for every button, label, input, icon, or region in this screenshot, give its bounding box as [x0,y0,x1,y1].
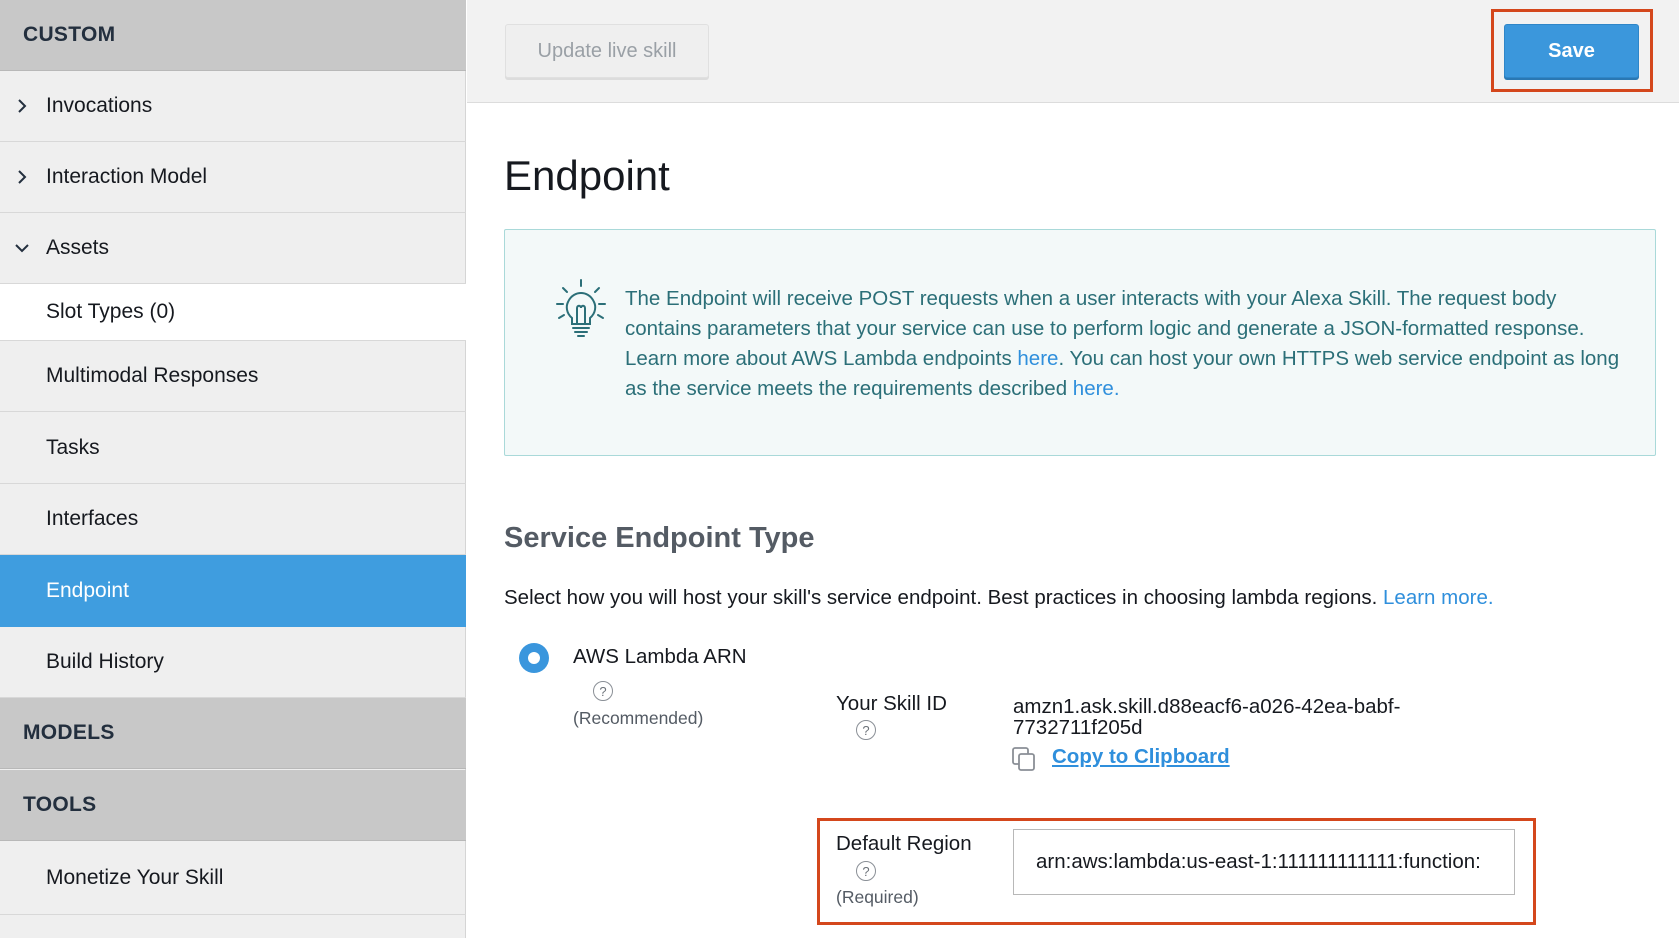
sidebar-item-endpoint[interactable]: Endpoint [0,555,466,627]
sidebar-section-tools[interactable]: TOOLS [0,770,466,841]
sidebar-item-label: Invocations [46,94,153,117]
question-circle-icon[interactable]: ? [593,681,613,701]
recommended-note: (Recommended) [573,708,704,728]
sidebar-item-label: Endpoint [46,578,129,602]
chevron-down-icon [14,240,30,256]
lightbulb-icon [555,278,607,338]
description-text: Select how you will host your skill's se… [504,586,1384,609]
question-circle-icon[interactable]: ? [856,861,876,881]
toolbar: Update live skill Save [467,0,1679,103]
sidebar-item-multimodal-responses[interactable]: Multimodal Responses [0,341,466,412]
sidebar-item-slot-types[interactable]: Slot Types (0) [0,284,466,341]
sidebar-item-assets[interactable]: Assets [0,213,466,284]
sidebar-item-label: Multimodal Responses [46,364,259,387]
info-text: The Endpoint will receive POST requests … [625,284,1635,404]
sidebar-item-interaction-model[interactable]: Interaction Model [0,142,466,213]
question-circle-icon[interactable]: ? [856,720,876,740]
update-live-skill-button[interactable]: Update live skill [505,24,709,78]
sidebar: CUSTOM Invocations Interaction Model Ass… [0,0,466,938]
sidebar-item-tasks[interactable]: Tasks [0,413,466,484]
sidebar-item-interfaces[interactable]: Interfaces [0,484,466,555]
service-endpoint-type-title: Service Endpoint Type [504,522,815,554]
sidebar-item-build-history[interactable]: Build History [0,627,466,698]
sidebar-item-label: Interfaces [46,507,139,530]
sidebar-item-label: Slot Types (0) [46,300,176,323]
page-title: Endpoint [504,152,670,199]
skill-id-label: Your Skill ID [836,692,947,715]
sidebar-item-invocations[interactable]: Invocations [0,71,466,142]
copy-icon[interactable] [1011,746,1037,772]
sidebar-item-label: Monetize Your Skill [46,866,224,889]
chevron-right-icon [14,169,30,185]
skill-id-value: amzn1.ask.skill.d88eacf6-a026-42ea-babf-… [1013,695,1401,739]
lambda-endpoints-link[interactable]: here [1017,347,1058,370]
sidebar-item-monetize-your-skill[interactable]: Monetize Your Skill [0,842,466,915]
aws-lambda-arn-label[interactable]: AWS Lambda ARN [573,645,747,669]
sidebar-section-models[interactable]: MODELS [0,698,466,769]
learn-more-link[interactable]: Learn more. [1383,586,1494,609]
chevron-right-icon [14,98,30,114]
copy-to-clipboard-link[interactable]: Copy to Clipboard [1052,745,1230,769]
sidebar-item-label: Tasks [46,436,100,459]
requirements-link[interactable]: here. [1073,377,1120,400]
save-button[interactable]: Save [1504,24,1639,78]
required-note: (Required) [836,887,919,907]
info-box: The Endpoint will receive POST requests … [504,229,1656,456]
sidebar-section-custom[interactable]: CUSTOM [0,0,466,71]
default-region-label: Default Region [836,832,972,855]
sidebar-item-label: Interaction Model [46,165,208,188]
sidebar-item-label: Assets [46,236,110,259]
default-region-arn-input[interactable] [1013,829,1515,895]
sidebar-item-label: Build History [46,650,164,673]
service-endpoint-description: Select how you will host your skill's se… [504,586,1494,610]
aws-lambda-arn-radio[interactable] [519,643,549,673]
